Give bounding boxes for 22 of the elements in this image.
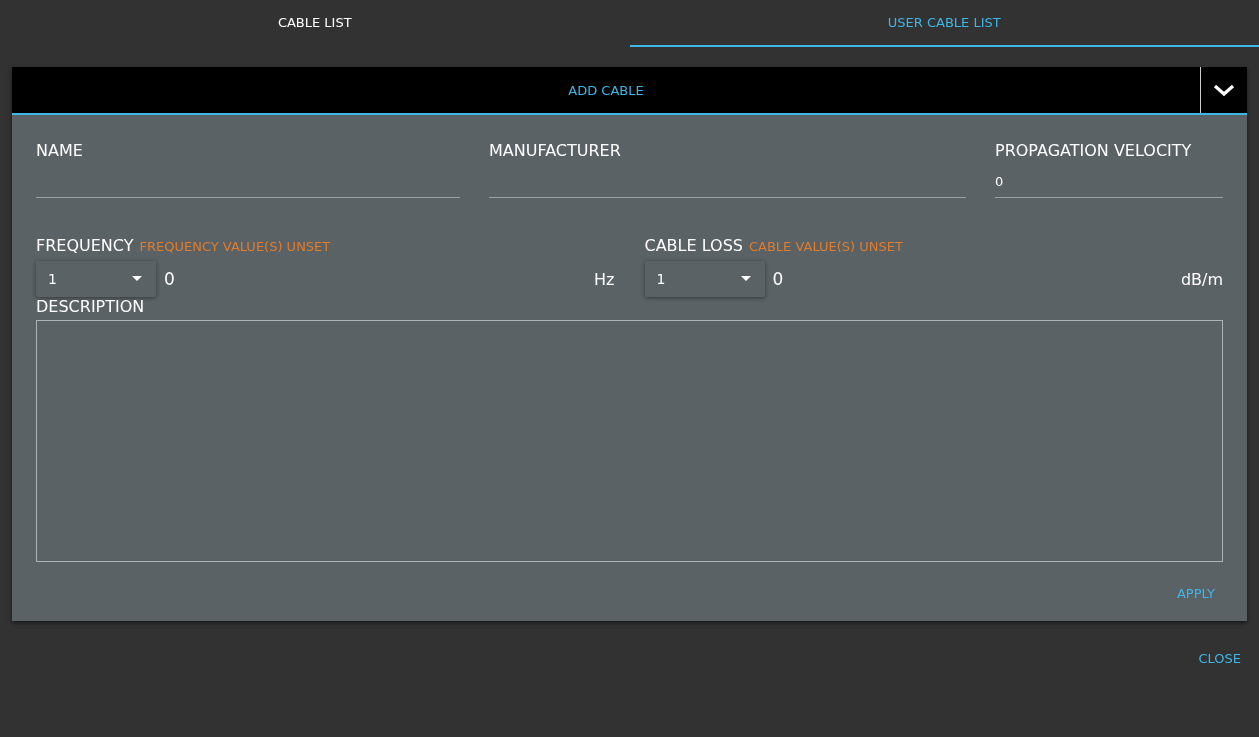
unit-label: dB/m (1180, 269, 1223, 289)
close-button[interactable]: CLOSE (1190, 647, 1249, 670)
warning-text: FREQUENCY VALUE(S) UNSET (139, 239, 331, 254)
warning-text: CABLE VALUE(S) UNSET (748, 239, 903, 254)
tab[interactable]: CABLE LIST (0, 0, 630, 47)
caret-icon (740, 276, 751, 282)
value-field[interactable]: 0 (162, 268, 595, 290)
description-field[interactable] (36, 320, 1223, 562)
field-label: PROPAGATION VELOCITY (995, 141, 1193, 160)
field-label: NAME (36, 141, 84, 160)
input-field[interactable]: 0 (995, 164, 1223, 198)
chevron-down-icon (1212, 82, 1236, 98)
value-field[interactable]: 0 (770, 268, 1181, 290)
index-dropdown[interactable]: 1 (644, 261, 765, 297)
field-label: DESCRIPTION (36, 297, 146, 316)
field-label: MANUFACTURER (489, 141, 622, 160)
unit-label: Hz (594, 269, 615, 289)
field-label: CABLE LOSS (644, 236, 743, 255)
tab[interactable]: USER CABLE LIST (629, 0, 1259, 47)
field-label: FREQUENCY (36, 236, 134, 255)
index-dropdown[interactable]: 1 (36, 261, 156, 297)
caret-icon (132, 276, 142, 282)
